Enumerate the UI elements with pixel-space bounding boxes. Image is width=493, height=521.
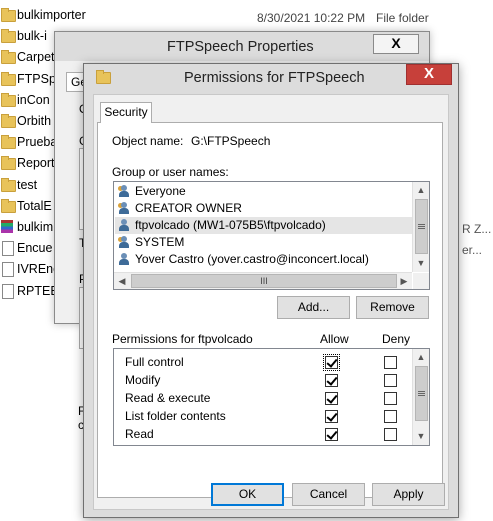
group-icon bbox=[118, 202, 130, 214]
security-tab-pane: Object name: G:\FTPSpeech Group or user … bbox=[97, 122, 443, 498]
allow-checkbox[interactable] bbox=[323, 354, 340, 371]
hscroll-thumb[interactable]: III bbox=[131, 274, 397, 288]
folder-icon bbox=[1, 156, 16, 171]
permission-name: List folder contents bbox=[125, 409, 226, 423]
apply-button[interactable]: Apply bbox=[372, 483, 445, 506]
folder-icon bbox=[1, 29, 16, 44]
deny-checkbox[interactable] bbox=[384, 356, 397, 369]
user-list-item[interactable]: SYSTEM bbox=[118, 234, 184, 251]
ghost-text: R Z... bbox=[462, 222, 492, 236]
file-name: inCon bbox=[17, 92, 50, 107]
user-list-item[interactable]: ftpvolcado (MW1-075B5\ftpvolcado) bbox=[115, 217, 414, 234]
group-icon bbox=[118, 236, 130, 248]
scroll-right-icon[interactable]: ▶ bbox=[396, 273, 412, 289]
group-icon bbox=[118, 185, 130, 197]
object-name-value: G:\FTPSpeech bbox=[191, 134, 271, 148]
file-name: FTPSp bbox=[17, 71, 56, 86]
permission-name: Read & execute bbox=[125, 391, 211, 405]
ok-button[interactable]: OK bbox=[211, 483, 284, 506]
scroll-corner bbox=[413, 273, 429, 289]
file-name: Prueba bbox=[17, 135, 58, 150]
scroll-down-icon[interactable]: ▼ bbox=[413, 255, 429, 271]
permissions-vertical-scrollbar[interactable]: ▲ ▼ bbox=[412, 349, 429, 445]
user-list-item[interactable]: CREATOR OWNER bbox=[118, 200, 242, 217]
scroll-left-icon[interactable]: ◀ bbox=[114, 273, 130, 289]
ghost-text: er... bbox=[462, 243, 483, 257]
user-list-item[interactable]: Everyone bbox=[118, 183, 186, 200]
permission-name: Read bbox=[125, 427, 154, 441]
folder-icon bbox=[1, 92, 16, 107]
object-name-label: Object name: bbox=[112, 134, 184, 148]
scroll-thumb[interactable] bbox=[415, 199, 428, 254]
file-name: Report bbox=[17, 156, 55, 171]
file-name: test bbox=[17, 177, 38, 192]
file-name: TotalE bbox=[17, 198, 52, 213]
file-name: Carpet bbox=[17, 50, 55, 65]
file-icon bbox=[2, 262, 14, 278]
folder-icon bbox=[1, 71, 16, 86]
properties-close-button[interactable]: X bbox=[373, 34, 419, 54]
tab-security[interactable]: Security bbox=[100, 102, 152, 123]
rar-icon bbox=[1, 220, 13, 233]
folder-icon bbox=[1, 8, 16, 22]
cancel-button[interactable]: Cancel bbox=[292, 483, 365, 506]
folder-icon bbox=[1, 114, 16, 128]
file-icon bbox=[2, 241, 14, 257]
allow-checkbox[interactable] bbox=[325, 428, 338, 441]
file-name: RPTEE bbox=[17, 283, 59, 298]
file-list-item[interactable]: bulkimporter 8/30/2021 10:22 PM File folde… bbox=[0, 5, 493, 26]
user-name: Everyone bbox=[135, 184, 186, 198]
group-names-label: Group or user names: bbox=[112, 165, 229, 179]
file-name: Encue bbox=[17, 241, 53, 256]
scroll-up-icon[interactable]: ▲ bbox=[413, 182, 429, 198]
file-name: bulkim bbox=[17, 220, 54, 234]
users-vertical-scrollbar[interactable]: ▲ ▼ bbox=[412, 182, 429, 272]
permission-name: Modify bbox=[125, 373, 161, 387]
deny-checkbox[interactable] bbox=[384, 410, 397, 423]
file-name: Orbith bbox=[17, 114, 52, 128]
properties-titlebar[interactable]: FTPSpeech Properties X bbox=[55, 32, 429, 61]
folder-icon bbox=[1, 198, 16, 213]
deny-checkbox[interactable] bbox=[384, 428, 397, 441]
allow-checkbox[interactable] bbox=[325, 410, 338, 423]
scroll-up-icon[interactable]: ▲ bbox=[413, 349, 429, 365]
allow-header: Allow bbox=[320, 332, 349, 346]
users-listbox[interactable]: Everyone CREATOR OWNER ftpvolcado (MW1-075… bbox=[113, 181, 430, 290]
user-icon bbox=[118, 219, 130, 231]
file-type: File folder bbox=[376, 11, 429, 25]
permissions-close-button[interactable]: X bbox=[406, 64, 452, 85]
user-name: SYSTEM bbox=[135, 235, 185, 249]
remove-button[interactable]: Remove bbox=[356, 296, 429, 319]
allow-checkbox[interactable] bbox=[325, 392, 338, 405]
user-name: Yover Castro (yover.castro@inconcert.loc… bbox=[135, 252, 369, 266]
folder-icon bbox=[1, 50, 16, 65]
user-name: CREATOR OWNER bbox=[135, 201, 242, 215]
scroll-down-icon[interactable]: ▼ bbox=[413, 428, 429, 444]
file-icon bbox=[2, 283, 14, 299]
permissions-dialog: Permissions for FTPSpeech X Security Obj… bbox=[83, 63, 459, 518]
scroll-thumb[interactable] bbox=[415, 366, 428, 421]
deny-checkbox[interactable] bbox=[384, 374, 397, 387]
user-icon bbox=[118, 253, 130, 265]
permission-name: Full control bbox=[125, 355, 184, 369]
file-name: bulkimporter bbox=[17, 8, 86, 22]
permissions-listbox[interactable]: Full control Modify Read & execute List fol… bbox=[113, 348, 430, 446]
folder-icon bbox=[1, 177, 16, 192]
properties-title: FTPSpeech Properties bbox=[167, 39, 314, 55]
permissions-titlebar[interactable]: Permissions for FTPSpeech X bbox=[84, 64, 458, 92]
deny-checkbox[interactable] bbox=[384, 392, 397, 405]
folder-icon bbox=[1, 135, 16, 150]
permissions-for-label: Permissions for ftpvolcado bbox=[112, 332, 253, 346]
permissions-title: Permissions for FTPSpeech bbox=[184, 70, 365, 86]
user-list-item[interactable]: Yover Castro (yover.castro@inconcert.loc… bbox=[118, 251, 369, 268]
deny-header: Deny bbox=[382, 332, 411, 346]
allow-checkbox[interactable] bbox=[325, 374, 338, 387]
file-name: bulk-i bbox=[17, 29, 47, 44]
user-name: ftpvolcado (MW1-075B5\ftpvolcado) bbox=[135, 218, 326, 232]
users-horizontal-scrollbar[interactable]: ◀ III ▶ bbox=[114, 272, 412, 289]
file-date: 8/30/2021 10:22 PM bbox=[257, 11, 366, 25]
folder-icon bbox=[96, 70, 111, 84]
add-button[interactable]: Add... bbox=[277, 296, 350, 319]
